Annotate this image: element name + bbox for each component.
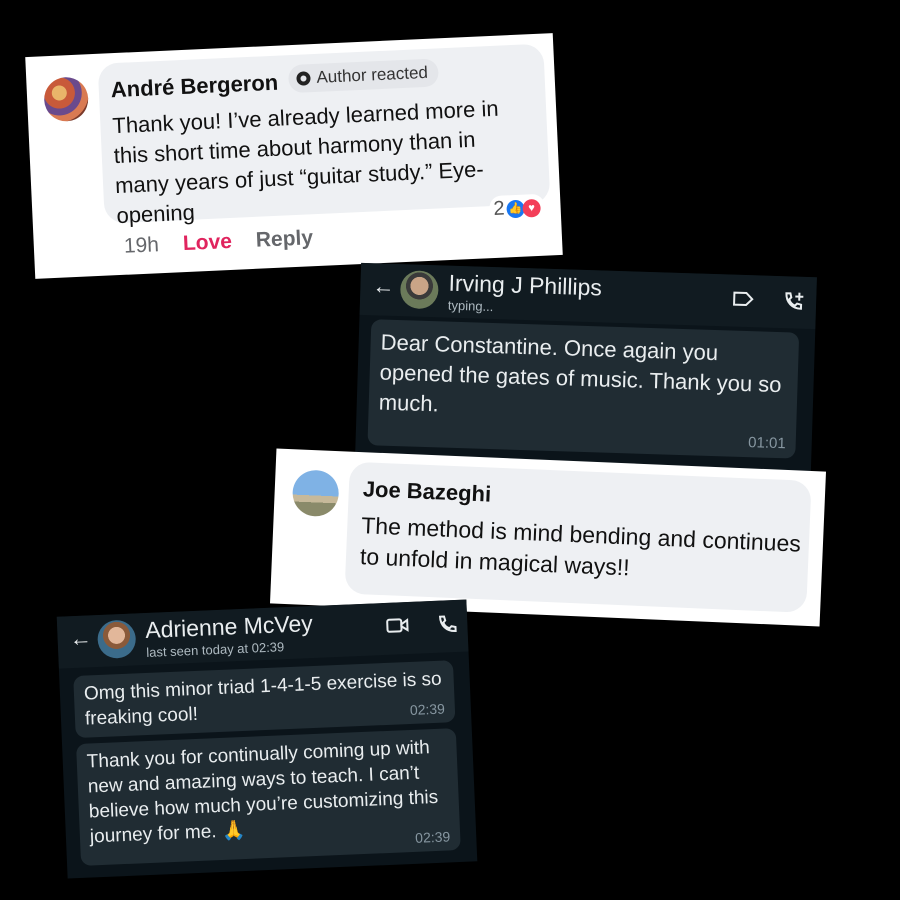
contact-name[interactable]: Irving J Phillips [448,270,602,302]
avatar[interactable] [399,270,439,310]
author-reacted-label: Author reacted [316,62,429,87]
contact-name[interactable]: Adrienne McVey [145,610,313,644]
message-text: Omg this minor triad 1-4-1-5 exercise is… [83,668,443,730]
facebook-comment-joe: Joe Bazeghi The method is mind bending a… [269,448,827,627]
phone-icon[interactable] [437,614,458,635]
comment-bubble: André Bergeron Author reacted Thank you!… [97,43,551,228]
message-bubble[interactable]: Dear Constantine. Once again you opened … [367,319,800,459]
comment-text: Thank you! I’ve already learned more in … [111,95,500,229]
author-icon [296,71,311,86]
reaction-summary[interactable]: 2 👍 ♥ [488,193,546,224]
comment-time[interactable]: 19h [123,233,159,259]
chat-header: ← Adrienne McVey last seen today at 02:3… [56,599,469,669]
message-bubble[interactable]: Thank you for continually coming up with… [76,728,461,866]
comment-actions: 19h Love Reply [123,226,313,259]
back-arrow-icon[interactable]: ← [372,273,395,300]
header-actions [732,289,807,313]
author-reacted-badge: Author reacted [287,58,439,94]
video-call-icon[interactable] [385,616,410,635]
contact-status: typing... [447,297,494,315]
message-text: Dear Constantine. Once again you opened … [378,329,782,417]
header-actions [385,614,458,637]
reaction-count: 2 [492,197,506,220]
love-icon: ♥ [522,198,541,218]
message-bubble[interactable]: Omg this minor triad 1-4-1-5 exercise is… [73,660,456,739]
message-time: 02:39 [409,700,446,718]
message-text: Thank you for continually coming up with… [86,737,439,848]
avatar[interactable] [96,619,137,659]
comment-bubble: Joe Bazeghi The method is mind bending a… [344,461,812,613]
add-call-icon[interactable] [782,290,807,313]
avatar[interactable] [43,76,90,123]
whatsapp-chat-irving: ← Irving J Phillips typing... Dear Const… [355,262,817,473]
message-time: 02:39 [414,828,451,846]
message-time: 01:01 [747,434,786,453]
chat-header: ← Irving J Phillips typing... [359,262,817,330]
love-button[interactable]: Love [182,230,232,256]
commenter-name[interactable]: Joe Bazeghi [362,476,491,507]
comment-text: The method is mind bending and continues… [359,512,802,581]
facebook-comment-andre: André Bergeron Author reacted Thank you!… [25,33,563,279]
label-icon[interactable] [732,289,755,310]
whatsapp-chat-adrienne: ← Adrienne McVey last seen today at 02:3… [56,599,478,879]
back-arrow-icon[interactable]: ← [69,625,92,652]
reply-button[interactable]: Reply [255,226,313,253]
avatar[interactable] [291,469,340,518]
commenter-name[interactable]: André Bergeron [110,70,278,104]
